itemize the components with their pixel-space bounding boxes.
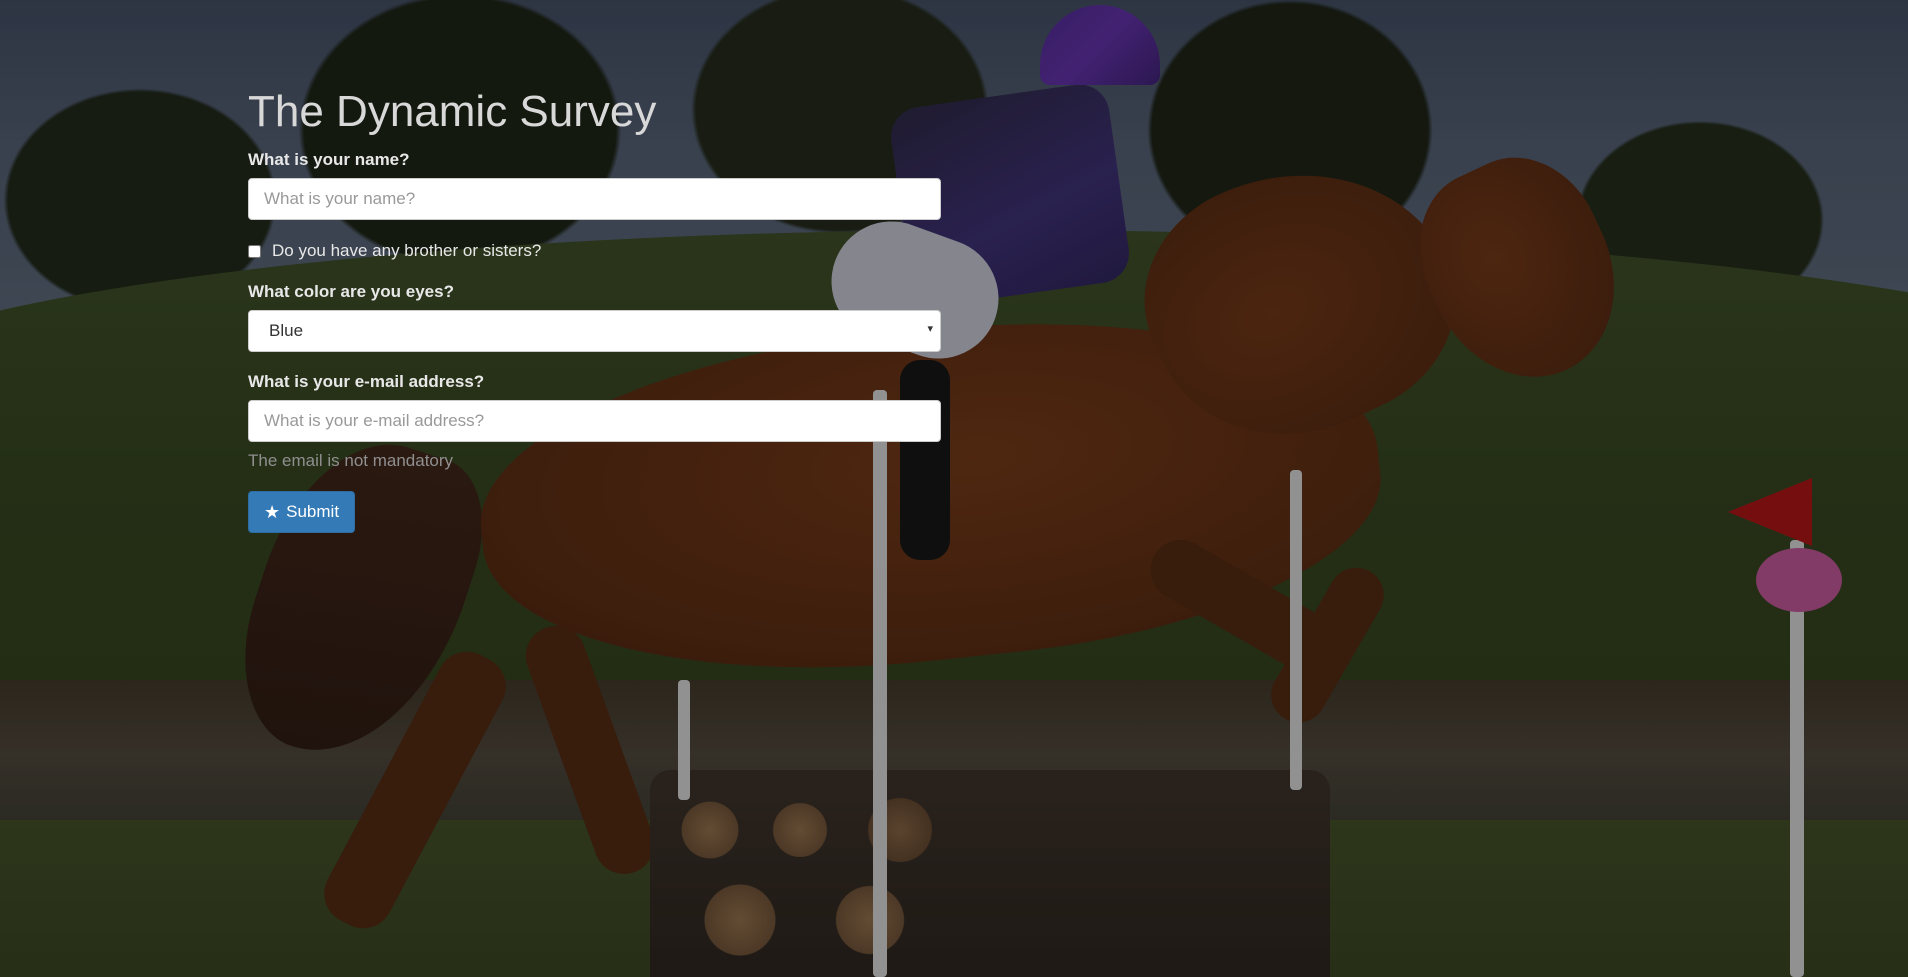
eye-color-selected-value[interactable]: Blue [248,310,941,352]
email-input[interactable] [248,400,941,442]
email-group: What is your e-mail address? The email i… [248,372,941,471]
siblings-label[interactable]: Do you have any brother or sisters? [272,241,541,261]
name-group: What is your name? [248,150,941,220]
email-label: What is your e-mail address? [248,372,485,391]
eye-color-select[interactable]: Blue ▾ [248,310,941,352]
eye-color-label: What color are you eyes? [248,282,454,301]
survey-container: The Dynamic Survey What is your name? Do… [248,70,941,533]
star-icon: ★ [264,502,281,522]
page-title: The Dynamic Survey [248,87,657,136]
siblings-checkbox[interactable] [248,244,261,258]
eye-color-group: What color are you eyes? Blue ▾ [248,282,941,352]
siblings-row: Do you have any brother or sisters? [248,240,941,262]
email-help-text: The email is not mandatory [248,451,454,470]
submit-button[interactable]: ★ Submit [248,491,356,533]
survey-form: What is your name? Do you have any broth… [248,150,941,533]
name-input[interactable] [248,178,941,220]
submit-label: Submit [286,502,340,521]
name-label: What is your name? [248,150,410,169]
caret-down-icon: ▾ [927,323,933,335]
